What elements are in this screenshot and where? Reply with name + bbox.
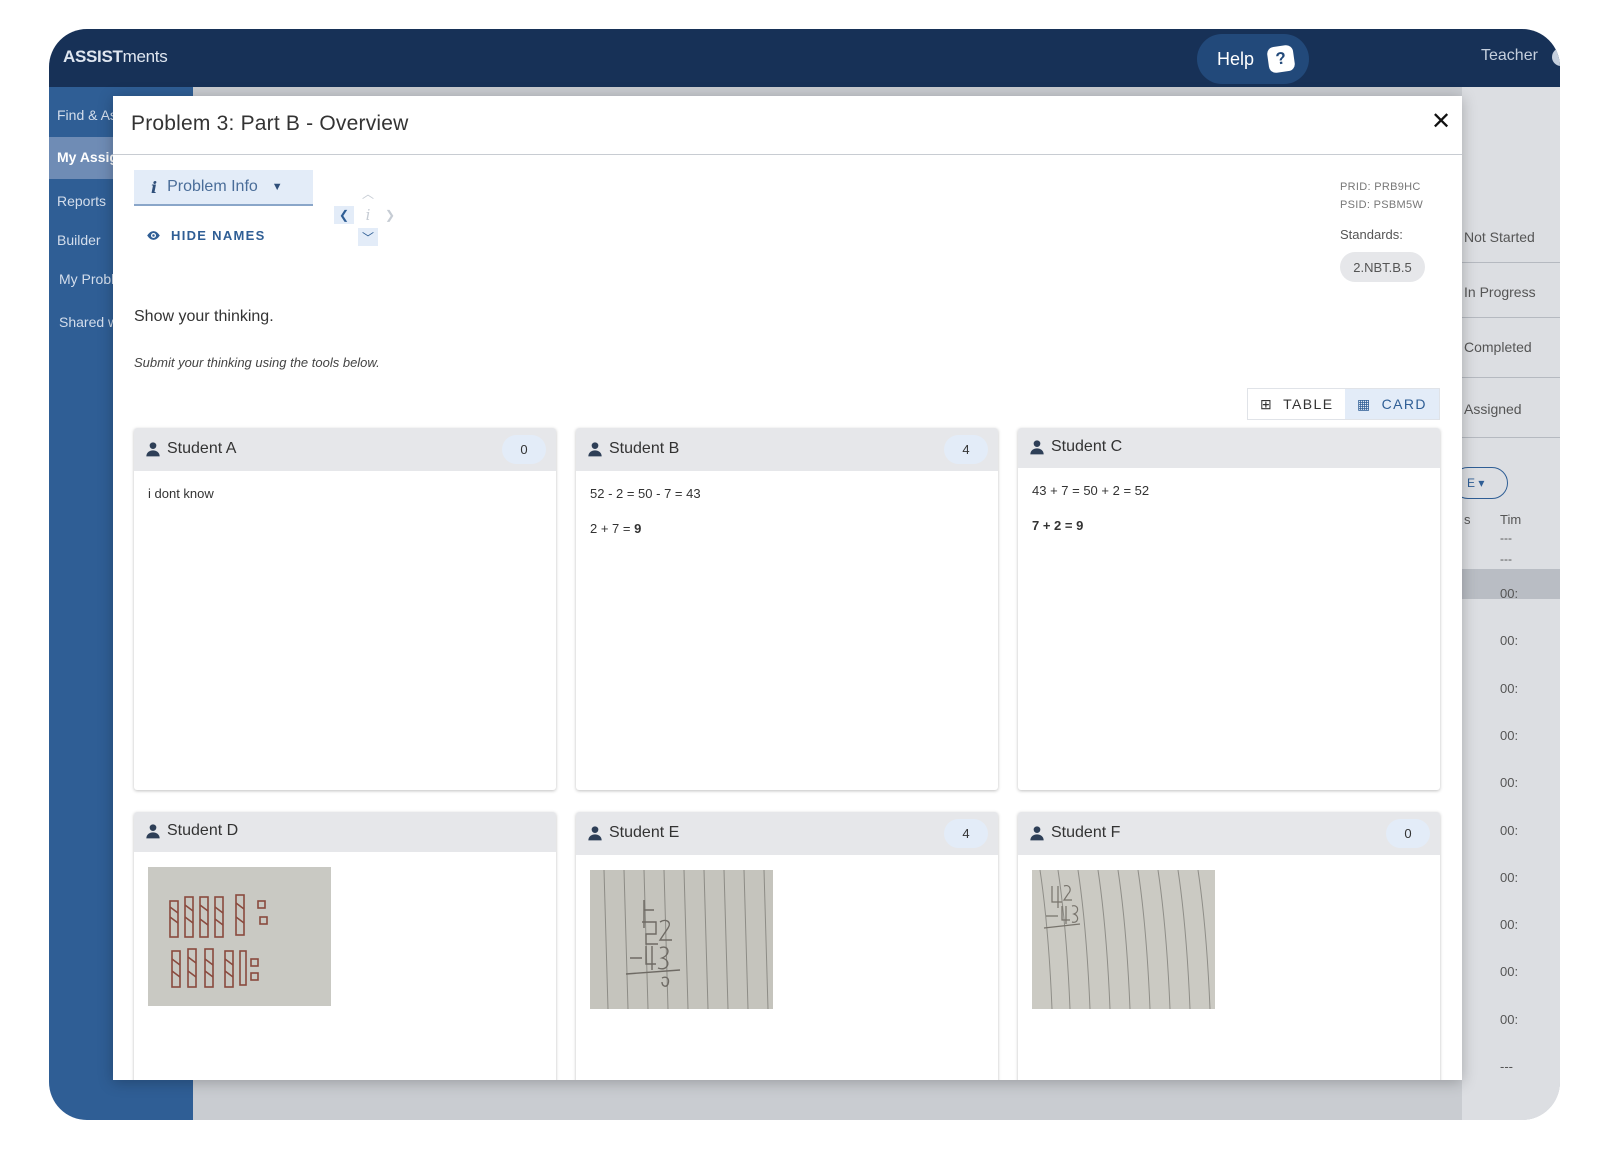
problem-overview-modal: Problem 3: Part B - Overview ✕ i Problem… <box>113 96 1462 1080</box>
student-card[interactable]: Student F 0 <box>1018 812 1440 1080</box>
time-cell: 00: <box>1500 964 1519 979</box>
help-button[interactable]: Help ? <box>1197 34 1309 84</box>
top-bar: ASSISTments Help ? Teacher <box>49 29 1560 87</box>
view-toggle: ⊞ TABLE ▦ CARD <box>1247 388 1440 420</box>
status-not-started: Not Started <box>1464 229 1535 245</box>
card-header: Student C <box>1018 428 1440 468</box>
table-view-button[interactable]: ⊞ TABLE <box>1248 389 1345 419</box>
card-header: Student F 0 <box>1018 812 1440 855</box>
problem-ids: PRID: PRB9HC PSID: PSBM5W <box>1340 178 1423 214</box>
student-name: Student D <box>167 822 239 839</box>
student-card[interactable]: Student D <box>134 812 556 1080</box>
student-name: Student C <box>1051 438 1123 455</box>
score-badge: 0 <box>502 435 546 464</box>
student-name: Student E <box>609 824 680 841</box>
modal-title: Problem 3: Part B - Overview <box>131 112 409 135</box>
column-header-time: Tim <box>1500 512 1522 527</box>
column-header-s: s <box>1464 512 1471 527</box>
student-card[interactable]: Student A 0 i dont know <box>134 428 556 790</box>
hide-names-label: HIDE NAMES <box>171 228 266 243</box>
student-response: 52 - 2 = 50 - 7 = 43 2 + 7 = 9 <box>590 486 701 536</box>
time-cell: 00: <box>1500 586 1519 601</box>
time-cell: 00: <box>1500 823 1519 838</box>
question-bubble-icon: ? <box>1266 44 1296 74</box>
close-button[interactable]: ✕ <box>1429 110 1453 134</box>
person-icon <box>146 442 160 457</box>
time-cell: 00: <box>1500 1012 1519 1027</box>
problem-navigator: ︿ ❮ i ❯ ﹀ <box>334 184 406 252</box>
filter-dropdown[interactable]: E ▾ <box>1462 467 1508 499</box>
app-logo[interactable]: ASSISTments <box>63 47 168 67</box>
time-cell: 00: <box>1500 775 1519 790</box>
table-icon: ⊞ <box>1260 395 1274 412</box>
eye-icon <box>147 231 160 240</box>
divider <box>113 154 1462 155</box>
score-badge: 4 <box>944 435 988 464</box>
student-response: 43 + 7 = 50 + 2 = 52 7 + 2 = 9 <box>1032 483 1150 533</box>
person-icon <box>146 824 160 839</box>
student-response: i dont know <box>148 486 214 501</box>
help-label: Help <box>1217 48 1255 69</box>
standards-label: Standards: <box>1340 227 1403 242</box>
card-header: Student D <box>134 812 556 852</box>
student-work-image[interactable] <box>1032 870 1215 1009</box>
status-assigned: Assigned <box>1464 401 1522 417</box>
person-icon <box>1030 826 1044 841</box>
card-view-button[interactable]: ▦ CARD <box>1344 389 1439 419</box>
header-value: --- <box>1500 552 1512 566</box>
card-header: Student A 0 <box>134 428 556 471</box>
time-cell: --- <box>1500 1059 1513 1074</box>
header-value: --- <box>1500 531 1512 545</box>
student-name: Student B <box>609 440 680 457</box>
sidebar-item-reports[interactable]: Reports <box>57 193 106 209</box>
standard-chip[interactable]: 2.NBT.B.5 <box>1340 252 1425 282</box>
status-in-progress: In Progress <box>1464 284 1536 300</box>
time-cell: 00: <box>1500 633 1519 648</box>
score-badge: 4 <box>944 819 988 848</box>
grid-icon: ▦ <box>1356 395 1372 412</box>
problem-instructions: Submit your thinking using the tools bel… <box>134 355 380 370</box>
background-status-panel: Not Started In Progress Completed Assign… <box>1462 87 1560 1120</box>
user-menu-label[interactable]: Teacher <box>1481 47 1538 65</box>
person-icon <box>588 826 602 841</box>
student-card[interactable]: Student C 43 + 7 = 50 + 2 = 52 7 + 2 = 9 <box>1018 428 1440 790</box>
student-card[interactable]: Student E 4 <box>576 812 998 1080</box>
sidebar-item-builder[interactable]: Builder <box>57 232 101 248</box>
card-header: Student E 4 <box>576 812 998 855</box>
hide-names-button[interactable]: HIDE NAMES <box>146 228 266 243</box>
problem-info-label: Problem Info <box>167 178 258 195</box>
person-icon <box>588 442 602 457</box>
student-card[interactable]: Student B 4 52 - 2 = 50 - 7 = 43 2 + 7 =… <box>576 428 998 790</box>
card-header: Student B 4 <box>576 428 998 471</box>
problem-prompt: Show your thinking. <box>134 308 274 325</box>
time-cell: 00: <box>1500 870 1519 885</box>
status-completed: Completed <box>1464 339 1532 355</box>
student-name: Student F <box>1051 824 1121 841</box>
nav-right-icon[interactable]: ❯ <box>380 206 400 224</box>
problem-info-dropdown[interactable]: i Problem Info ▼ <box>134 170 313 206</box>
score-badge: 0 <box>1386 819 1430 848</box>
student-work-image[interactable] <box>148 867 331 1006</box>
nav-left-icon[interactable]: ❮ <box>334 206 354 224</box>
info-icon: i <box>151 177 158 197</box>
time-cell: 00: <box>1500 728 1519 743</box>
nav-down-icon[interactable]: ﹀ <box>358 228 378 246</box>
time-cell: 00: <box>1500 681 1519 696</box>
user-avatar[interactable] <box>1552 48 1560 66</box>
prid-text: PRID: PRB9HC <box>1340 181 1421 193</box>
student-work-image[interactable] <box>590 870 773 1009</box>
info-center-icon: i <box>365 206 371 224</box>
student-name: Student A <box>167 440 237 457</box>
person-icon <box>1030 440 1044 455</box>
caret-down-icon: ▼ <box>271 181 283 193</box>
time-cell: 00: <box>1500 917 1519 932</box>
psid-text: PSID: PSBM5W <box>1340 199 1424 211</box>
nav-up-icon[interactable]: ︿ <box>358 184 378 202</box>
